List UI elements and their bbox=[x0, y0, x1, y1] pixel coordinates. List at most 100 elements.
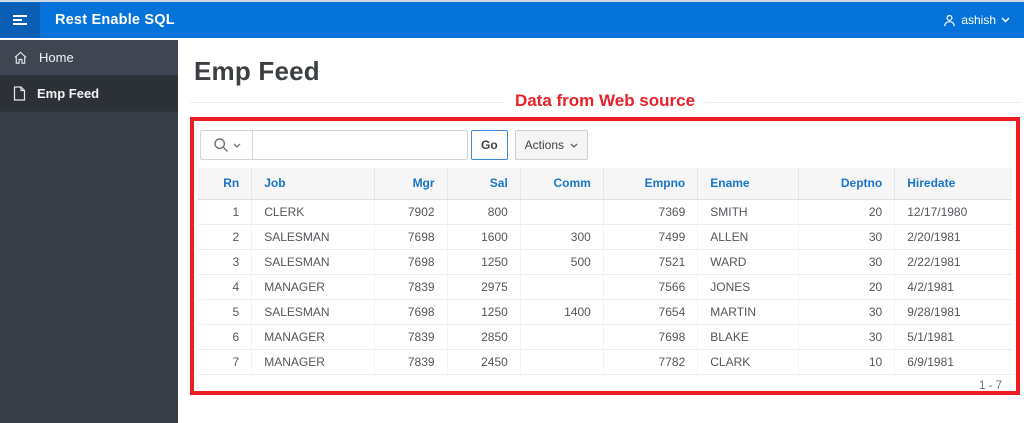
go-button[interactable]: Go bbox=[471, 130, 508, 160]
cell-ename: WARD bbox=[697, 249, 800, 275]
column-header-hiredate[interactable]: Hiredate bbox=[894, 168, 1012, 200]
cell-job: MANAGER bbox=[251, 349, 376, 375]
cell-hiredate: 5/1/1981 bbox=[894, 324, 1012, 350]
column-header-rn[interactable]: Rn bbox=[198, 168, 253, 200]
search-icon bbox=[213, 137, 229, 153]
cell-rn: 7 bbox=[198, 349, 253, 375]
chevron-down-icon bbox=[233, 143, 241, 148]
cell-rn: 1 bbox=[198, 199, 253, 225]
table-row: 5 SALESMAN 7698 1250 1400 7654 MARTIN 30 9/28/19… bbox=[198, 299, 1012, 325]
sidebar-item-emp-feed[interactable]: Emp Feed bbox=[0, 76, 178, 112]
cell-hiredate: 2/20/1981 bbox=[894, 224, 1012, 250]
cell-comm: 300 bbox=[520, 224, 604, 250]
table-header-row: Rn Job Mgr Sal Comm Empno Ename Deptno Hiredate bbox=[198, 168, 1012, 200]
cell-mgr: 7839 bbox=[374, 324, 448, 350]
cell-hiredate: 6/9/1981 bbox=[894, 349, 1012, 375]
report-table: Rn Job Mgr Sal Comm Empno Ename Deptno Hiredate … bbox=[198, 168, 1012, 375]
sidebar-item-home[interactable]: Home bbox=[0, 40, 178, 76]
cell-comm bbox=[520, 274, 604, 300]
table-row: 7 MANAGER 7839 2450 7782 CLARK 10 6/9/1981 bbox=[198, 349, 1012, 375]
cell-empno: 7566 bbox=[603, 274, 699, 300]
column-header-empno[interactable]: Empno bbox=[603, 168, 699, 200]
sidebar-item-label: Emp Feed bbox=[37, 86, 100, 101]
search-input[interactable] bbox=[252, 130, 468, 160]
cell-deptno: 20 bbox=[798, 274, 896, 300]
cell-rn: 3 bbox=[198, 249, 253, 275]
cell-rn: 2 bbox=[198, 224, 253, 250]
hamburger-icon bbox=[12, 13, 28, 27]
chevron-down-icon bbox=[1001, 17, 1010, 23]
cell-job: MANAGER bbox=[251, 324, 376, 350]
document-icon bbox=[13, 86, 26, 101]
cell-mgr: 7698 bbox=[374, 249, 448, 275]
cell-empno: 7521 bbox=[603, 249, 699, 275]
search-column-select-button[interactable] bbox=[200, 130, 252, 160]
cell-deptno: 30 bbox=[798, 299, 896, 325]
cell-deptno: 20 bbox=[798, 199, 896, 225]
actions-menu-button[interactable]: Actions bbox=[514, 130, 589, 160]
cell-empno: 7499 bbox=[603, 224, 699, 250]
cell-comm bbox=[520, 349, 604, 375]
column-header-deptno[interactable]: Deptno bbox=[798, 168, 896, 200]
menu-toggle-button[interactable] bbox=[0, 3, 40, 37]
person-icon bbox=[943, 14, 956, 27]
cell-sal: 800 bbox=[447, 199, 521, 225]
table-row: 4 MANAGER 7839 2975 7566 JONES 20 4/2/1981 bbox=[198, 274, 1012, 300]
table-row: 2 SALESMAN 7698 1600 300 7499 ALLEN 30 2/20/1981 bbox=[198, 224, 1012, 250]
top-navigation-bar: Rest Enable SQL ashish bbox=[0, 0, 1024, 38]
cell-deptno: 30 bbox=[798, 324, 896, 350]
cell-sal: 2975 bbox=[447, 274, 521, 300]
cell-ename: ALLEN bbox=[697, 224, 800, 250]
cell-job: MANAGER bbox=[251, 274, 376, 300]
cell-ename: JONES bbox=[697, 274, 800, 300]
app-window: Rest Enable SQL ashish Home Emp Feed Emp… bbox=[0, 0, 1024, 423]
cell-deptno: 30 bbox=[798, 249, 896, 275]
cell-deptno: 30 bbox=[798, 224, 896, 250]
cell-mgr: 7839 bbox=[374, 349, 448, 375]
cell-hiredate: 12/17/1980 bbox=[894, 199, 1012, 225]
cell-comm bbox=[520, 199, 604, 225]
annotation-text: Data from Web source bbox=[504, 91, 706, 111]
cell-sal: 1600 bbox=[447, 224, 521, 250]
cell-sal: 1250 bbox=[447, 249, 521, 275]
cell-empno: 7369 bbox=[603, 199, 699, 225]
cell-hiredate: 4/2/1981 bbox=[894, 274, 1012, 300]
cell-mgr: 7698 bbox=[374, 299, 448, 325]
main-content: Emp Feed Data from Web source Go Actions… bbox=[178, 40, 1024, 423]
cell-empno: 7782 bbox=[603, 349, 699, 375]
table-body: 1 CLERK 7902 800 7369 SMITH 20 12/17/1980 2 SALES… bbox=[198, 199, 1012, 375]
report-region: Go Actions Rn Job Mgr Sal Comm Empno Ename Dept… bbox=[190, 117, 1020, 395]
cell-comm: 1400 bbox=[520, 299, 604, 325]
report-toolbar: Go Actions bbox=[200, 130, 1012, 160]
cell-job: SALESMAN bbox=[251, 299, 376, 325]
page-title: Emp Feed bbox=[194, 56, 320, 86]
cell-sal: 2450 bbox=[447, 349, 521, 375]
cell-mgr: 7839 bbox=[374, 274, 448, 300]
cell-rn: 5 bbox=[198, 299, 253, 325]
column-header-sal[interactable]: Sal bbox=[447, 168, 521, 200]
cell-comm bbox=[520, 324, 604, 350]
sidebar-navigation: Home Emp Feed bbox=[0, 40, 178, 423]
cell-sal: 2850 bbox=[447, 324, 521, 350]
annotation-row: Data from Web source bbox=[190, 89, 1020, 117]
pagination-label: 1 - 7 bbox=[978, 379, 1002, 392]
cell-rn: 6 bbox=[198, 324, 253, 350]
cell-sal: 1250 bbox=[447, 299, 521, 325]
home-icon bbox=[13, 50, 28, 65]
column-header-comm[interactable]: Comm bbox=[520, 168, 604, 200]
column-header-job[interactable]: Job bbox=[251, 168, 376, 200]
column-header-ename[interactable]: Ename bbox=[697, 168, 800, 200]
cell-hiredate: 2/22/1981 bbox=[894, 249, 1012, 275]
app-title: Rest Enable SQL bbox=[55, 12, 175, 28]
cell-deptno: 10 bbox=[798, 349, 896, 375]
sidebar-item-label: Home bbox=[39, 50, 74, 65]
cell-ename: CLARK bbox=[697, 349, 800, 375]
user-menu[interactable]: ashish bbox=[943, 13, 1010, 27]
user-name: ashish bbox=[961, 13, 996, 27]
table-row: 3 SALESMAN 7698 1250 500 7521 WARD 30 2/22/1981 bbox=[198, 249, 1012, 275]
cell-empno: 7654 bbox=[603, 299, 699, 325]
cell-ename: MARTIN bbox=[697, 299, 800, 325]
cell-mgr: 7902 bbox=[374, 199, 448, 225]
column-header-mgr[interactable]: Mgr bbox=[374, 168, 448, 200]
cell-hiredate: 9/28/1981 bbox=[894, 299, 1012, 325]
